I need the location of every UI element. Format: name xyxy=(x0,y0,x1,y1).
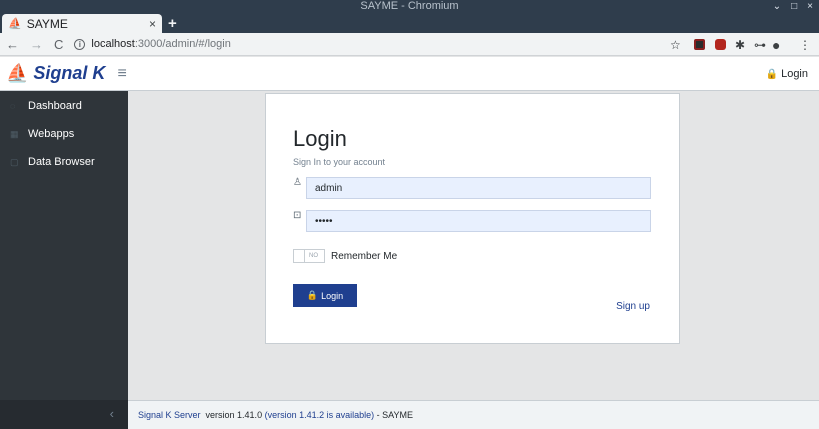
lock-outline-icon: ⊡ xyxy=(293,210,302,221)
version-text: version 1.41.0 xyxy=(200,410,265,420)
tab-close-icon[interactable]: × xyxy=(149,17,156,31)
window-title: SAYME - Chromium xyxy=(360,0,459,12)
dashboard-icon: ◌ xyxy=(10,101,16,111)
main-content: Login Sign In to your account ♙ ⊡ NO Rem… xyxy=(128,91,819,400)
minimize-icon[interactable]: ⌄ xyxy=(773,0,781,13)
app-header: ⛵ Signal K ≡ 🔒 Login xyxy=(0,57,819,91)
lock-icon: 🔒 xyxy=(306,290,319,300)
remember-me: NO Remember Me xyxy=(293,249,397,263)
chevron-left-icon: ‹ xyxy=(109,406,114,421)
server-link[interactable]: Signal K Server xyxy=(138,410,201,420)
key-icon[interactable]: ⊶ xyxy=(754,33,766,56)
browser-tab[interactable]: ⛵ SAYME × xyxy=(2,14,162,33)
footer-suffix: - SAYME xyxy=(374,410,413,420)
sidebar-collapse-button[interactable]: ‹ xyxy=(0,400,128,429)
profile-icon[interactable]: ● xyxy=(772,33,780,56)
sidebar: ◌ Dashboard ▦ Webapps ▢ Data Browser xyxy=(0,91,128,400)
remember-me-toggle[interactable]: NO xyxy=(293,249,325,263)
sidebar-item-label: Webapps xyxy=(28,128,75,140)
sidebar-item-data-browser[interactable]: ▢ Data Browser xyxy=(0,148,128,176)
toggle-knob xyxy=(294,250,305,262)
update-available-link[interactable]: (version 1.41.2 is available) xyxy=(265,410,375,420)
password-input[interactable] xyxy=(306,210,651,232)
lock-icon: 🔒 xyxy=(765,68,779,80)
maximize-icon[interactable]: □ xyxy=(791,0,797,13)
hamburger-menu-icon[interactable]: ≡ xyxy=(117,65,126,83)
header-login-label: Login xyxy=(781,68,808,80)
toggle-state-label: NO xyxy=(309,253,318,259)
puzzle-icon[interactable]: ✱ xyxy=(735,33,745,56)
forward-icon[interactable]: → xyxy=(30,37,43,52)
login-title: Login xyxy=(293,126,347,151)
window-controls: ⌄ □ × xyxy=(773,0,813,13)
url-host: localhost xyxy=(91,38,135,50)
sidebar-item-webapps[interactable]: ▦ Webapps xyxy=(0,120,128,148)
brand-name: Signal K xyxy=(33,63,106,83)
sidebar-item-dashboard[interactable]: ◌ Dashboard xyxy=(0,92,128,120)
signup-link[interactable]: Sign up xyxy=(616,301,650,312)
footer: Signal K Server version 1.41.0 (version … xyxy=(128,400,819,429)
site-info-icon[interactable]: i xyxy=(74,38,86,50)
address-bar[interactable]: localhost:3000/admin/#/login xyxy=(91,38,230,50)
back-icon[interactable]: ← xyxy=(6,37,19,52)
browser-menu-icon[interactable]: ⋮ xyxy=(799,33,811,56)
header-login-link[interactable]: 🔒 Login xyxy=(766,57,808,91)
brand-logo[interactable]: ⛵ Signal K xyxy=(6,63,105,84)
password-row: ⊡ xyxy=(293,210,651,232)
sidebar-item-label: Data Browser xyxy=(28,156,95,168)
user-icon: ♙ xyxy=(293,177,302,188)
signalk-logo-icon: ⛵ xyxy=(6,63,29,83)
new-tab-button[interactable]: + xyxy=(168,15,177,32)
ublock-icon[interactable] xyxy=(715,33,726,56)
sidebar-item-label: Dashboard xyxy=(28,100,82,112)
window-titlebar: SAYME - Chromium ⌄ □ × xyxy=(0,0,819,13)
url-path: :3000/admin/#/login xyxy=(134,38,231,50)
webapps-icon: ▦ xyxy=(10,128,19,139)
tab-strip: ⛵ SAYME × + xyxy=(0,13,819,33)
login-button[interactable]: 🔒 Login xyxy=(293,284,357,307)
login-subtitle: Sign In to your account xyxy=(293,157,386,167)
login-card: Login Sign In to your account ♙ ⊡ NO Rem… xyxy=(265,93,680,344)
reload-icon[interactable]: C xyxy=(54,37,63,52)
tab-title: SAYME xyxy=(26,16,68,31)
favicon-icon: ⛵ xyxy=(8,18,22,30)
close-window-icon[interactable]: × xyxy=(807,0,813,13)
username-row: ♙ xyxy=(293,177,651,199)
data-browser-icon: ▢ xyxy=(10,156,19,167)
username-input[interactable] xyxy=(306,177,651,199)
remember-me-label: Remember Me xyxy=(331,250,398,262)
extension-icon-1[interactable] xyxy=(694,33,705,56)
browser-toolbar: ← → C i localhost:3000/admin/#/login ☆ ✱… xyxy=(0,33,819,56)
bookmark-star-icon[interactable]: ☆ xyxy=(670,33,681,56)
login-button-label: Login xyxy=(321,290,344,301)
